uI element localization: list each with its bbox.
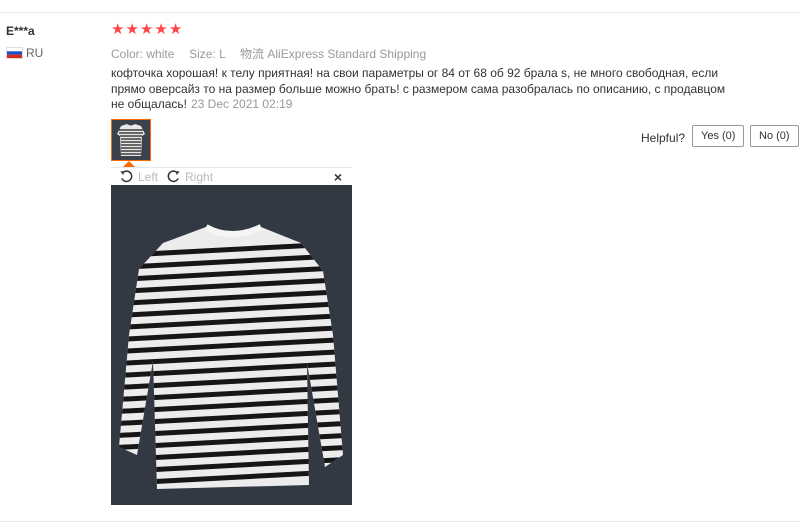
size-label: Size: — [189, 47, 216, 61]
russia-flag-icon — [6, 47, 23, 59]
rotate-right-icon — [167, 170, 180, 183]
star-icon: ★ — [111, 21, 125, 38]
shipping-label: 物流 — [240, 47, 265, 61]
helpful-no-button[interactable]: No (0) — [750, 125, 799, 147]
color-value: white — [146, 47, 175, 61]
helpful-yes-button[interactable]: Yes (0) — [692, 125, 745, 147]
review-photo-large — [111, 185, 352, 505]
shipping-value: AliExpress Standard Shipping — [267, 47, 427, 61]
star-icon: ★ — [139, 21, 154, 38]
rotate-left-button[interactable]: Left — [119, 169, 158, 184]
image-viewer-toolbar: Left Right × — [111, 167, 352, 185]
size-value: L — [219, 47, 226, 61]
color-label: Color: — [111, 47, 144, 61]
star-icon: ★ — [125, 21, 139, 38]
reviewer-country: RU — [6, 46, 43, 60]
bottom-divider — [0, 521, 799, 522]
close-viewer-icon[interactable]: × — [334, 168, 342, 186]
rotate-right-button[interactable]: Right — [166, 169, 213, 184]
rotate-left-label: Left — [138, 169, 159, 184]
review-date: 23 Dec 2021 02:19 — [191, 97, 293, 111]
top-divider — [0, 12, 799, 13]
star-rating: ★ ★ ★ ★ ★ — [111, 22, 182, 37]
country-code: RU — [26, 46, 44, 60]
review-photo-thumbnail[interactable] — [111, 119, 151, 161]
reviewer-name: E***a — [6, 24, 35, 38]
star-icon: ★ — [154, 21, 168, 38]
review-body: кофточка хорошая! к телу приятная! на св… — [111, 66, 731, 113]
order-properties: Color: white Size: L 物流 AliExpress Stand… — [111, 45, 426, 62]
star-icon: ★ — [168, 21, 183, 38]
helpful-label: Helpful? — [641, 131, 686, 145]
rotate-left-icon — [120, 170, 133, 183]
rotate-right-label: Right — [185, 169, 214, 184]
